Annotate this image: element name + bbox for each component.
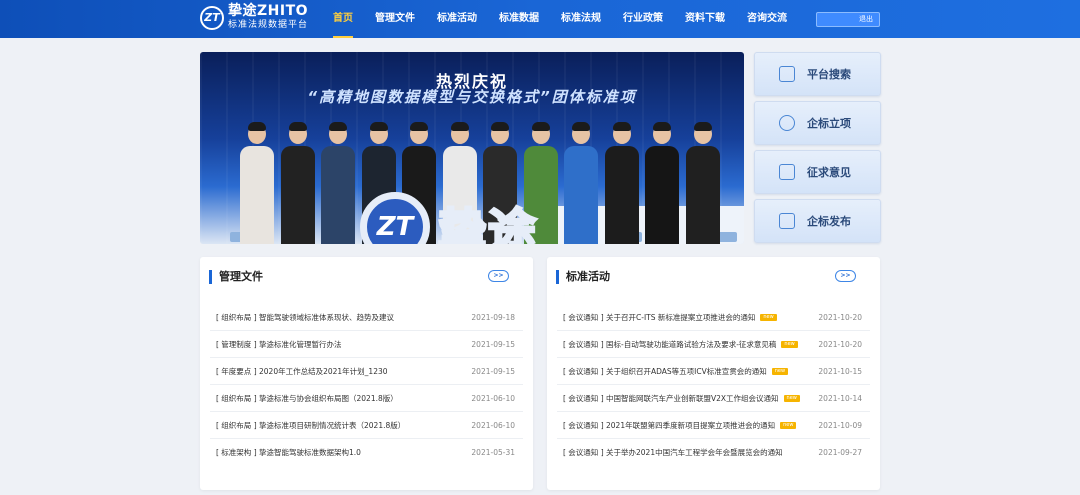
quick-links: 平台搜索 企标立项 征求意见 企标发布 (754, 52, 881, 248)
list-item[interactable]: [ 管理制度 ] 挚途标准化管理暂行办法 2021-09-15 (210, 331, 523, 358)
panel-title: 标准活动 (556, 270, 610, 284)
more-button[interactable]: >> (835, 270, 856, 282)
list-item[interactable]: [ 会议通知 ] 关于组织召开ADAS等五项ICV标准宣贯会的通知 new 2021… (557, 358, 870, 385)
zhito-logo-icon: ZT (360, 192, 430, 244)
site-logo[interactable]: ZT 挚途ZHITO 标准法规数据平台 (200, 4, 308, 31)
panel-title: 管理文件 (209, 270, 263, 284)
list-item[interactable]: [ 会议通知 ] 中国智能网联汽车产业创新联盟V2X工作组会议通知 new 2021… (557, 385, 870, 412)
list-item[interactable]: [ 组织布局 ] 挚途标准与协会组织布局图（2021.8版） 2021-06-10 (210, 385, 523, 412)
logo-icon: ZT (200, 5, 224, 30)
nav-standard-data[interactable]: 标准数据 (488, 0, 550, 38)
management-files-panel: 管理文件 >> [ 组织布局 ] 智能驾驶领域标准体系现状、趋势及建议 2021-… (200, 257, 533, 490)
document-icon (779, 213, 795, 229)
nav-downloads[interactable]: 资料下载 (674, 0, 736, 38)
list-item[interactable]: [ 组织布局 ] 智能驾驶领域标准体系现状、趋势及建议 2021-09-18 (210, 304, 523, 331)
clipboard-icon (779, 164, 795, 180)
logo-name: 挚途ZHITO (228, 3, 309, 19)
list-item[interactable]: [ 标准架构 ] 挚途智能驾驶标准数据架构1.0 2021-05-31 (210, 439, 523, 466)
new-badge: new (780, 421, 797, 429)
list-item[interactable]: [ 会议通知 ] 2021年联盟第四季度新项目提案立项推进会的通知 new 2021… (557, 412, 870, 439)
nav-consult[interactable]: 咨询交流 (736, 0, 798, 38)
new-badge: new (781, 340, 798, 348)
more-button[interactable]: >> (488, 270, 509, 282)
standard-activities-panel: 标准活动 >> [ 会议通知 ] 关于召开C-ITS 新标准提案立项推进会的通知… (547, 257, 880, 490)
hero-banner[interactable]: 热烈庆祝 “高精地图数据模型与交换格式”团体标准项 ZT 挚途 (200, 52, 744, 244)
list-item[interactable]: [ 会议通知 ] 关于召开C-ITS 新标准提案立项推进会的通知 new 2021-… (557, 304, 870, 331)
nav-standard-activities[interactable]: 标准活动 (426, 0, 488, 38)
new-badge: new (783, 394, 800, 402)
list-item[interactable]: [ 会议通知 ] 国标-自动驾驶功能道路试验方法及要求-征求意见稿 new 2021… (557, 331, 870, 358)
user-add-icon (779, 115, 795, 131)
banner-subtitle: “高精地图数据模型与交换格式”团体标准项 (307, 88, 637, 106)
nav-standards-regulations[interactable]: 标准法规 (550, 0, 612, 38)
list-item[interactable]: [ 会议通知 ] 关于举办2021中国汽车工程学会年会暨展览会的通知 2021-0… (557, 439, 870, 466)
banner-zhito-logo: ZT 挚途 (360, 192, 538, 244)
list-item[interactable]: [ 组织布局 ] 挚途标准项目研制情况统计表（2021.8版） 2021-06-1… (210, 412, 523, 439)
search-icon (779, 66, 795, 82)
activity-list: [ 会议通知 ] 关于召开C-ITS 新标准提案立项推进会的通知 new 2021-… (557, 304, 870, 466)
main-nav: 首页 管理文件 标准活动 标准数据 标准法规 行业政策 资料下载 咨询交流 (322, 0, 798, 38)
enterprise-standard-project-button[interactable]: 企标立项 (754, 101, 881, 145)
logo-subtitle: 标准法规数据平台 (228, 20, 309, 30)
nav-industry-policy[interactable]: 行业政策 (612, 0, 674, 38)
logout-button[interactable]: 退出 (816, 12, 880, 27)
enterprise-standard-release-button[interactable]: 企标发布 (754, 199, 881, 243)
banner-logo-text: 挚途 (436, 203, 539, 245)
new-badge: new (760, 313, 777, 321)
list-item[interactable]: [ 年度要点 ] 2020年工作总结及2021年计划_1230 2021-09-1… (210, 358, 523, 385)
nav-management-files[interactable]: 管理文件 (364, 0, 426, 38)
nav-home[interactable]: 首页 (322, 0, 364, 38)
file-list: [ 组织布局 ] 智能驾驶领域标准体系现状、趋势及建议 2021-09-18 [ … (210, 304, 523, 466)
solicit-comments-button[interactable]: 征求意见 (754, 150, 881, 194)
new-badge: new (771, 367, 789, 375)
top-navbar: ZT 挚途ZHITO 标准法规数据平台 首页 管理文件 标准活动 标准数据 标准… (0, 0, 1080, 38)
platform-search-button[interactable]: 平台搜索 (754, 52, 881, 96)
